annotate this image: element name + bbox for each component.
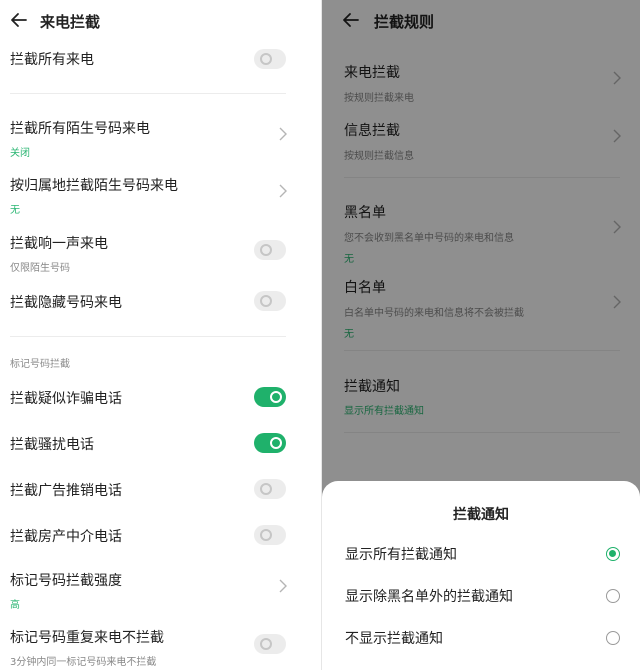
call-blocking-panel: 来电拦截 拦截所有来电 拦截所有陌生号码来电 关闭 按归属地拦截陌生号码来电 无… bbox=[0, 0, 322, 670]
radio-unselected-icon[interactable] bbox=[606, 589, 620, 603]
block-rules-panel: 拦截规则 来电拦截 按规则拦截来电 信息拦截 按规则拦截信息 黑名单 您不会收到… bbox=[322, 0, 640, 670]
block-ads-switch[interactable] bbox=[254, 479, 286, 499]
row-title: 按归属地拦截陌生号码来电 bbox=[10, 178, 178, 194]
block-ads-row[interactable]: 拦截广告推销电话 bbox=[10, 480, 286, 500]
header: 来电拦截 bbox=[0, 0, 322, 42]
block-all-calls-row[interactable]: 拦截所有来电 bbox=[10, 49, 286, 69]
row-title: 拦截所有来电 bbox=[10, 52, 94, 68]
block-unknown-calls-row[interactable]: 拦截所有陌生号码来电 关闭 bbox=[10, 118, 286, 159]
block-strength-row[interactable]: 标记号码拦截强度 高 bbox=[10, 570, 286, 611]
divider bbox=[10, 336, 286, 337]
option-label: 显示除黑名单外的拦截通知 bbox=[345, 589, 513, 605]
block-all-calls-switch[interactable] bbox=[254, 49, 286, 69]
block-hidden-number-row[interactable]: 拦截隐藏号码来电 bbox=[10, 292, 286, 312]
block-fraud-row[interactable]: 拦截疑似诈骗电话 bbox=[10, 388, 286, 408]
row-value: 关闭 bbox=[10, 148, 30, 159]
section-label: 标记号码拦截 bbox=[10, 359, 70, 370]
page-title: 来电拦截 bbox=[40, 13, 101, 31]
notification-bottom-sheet: 拦截通知 显示所有拦截通知 显示除黑名单外的拦截通知 不显示拦截通知 bbox=[322, 481, 640, 670]
chevron-right-icon bbox=[279, 579, 287, 593]
option-show-none[interactable]: 不显示拦截通知 bbox=[345, 628, 620, 650]
block-one-ring-row[interactable]: 拦截响一声来电 仅限陌生号码 bbox=[10, 233, 286, 274]
block-realestate-switch[interactable] bbox=[254, 525, 286, 545]
radio-unselected-icon[interactable] bbox=[606, 631, 620, 645]
radio-selected-icon[interactable] bbox=[606, 547, 620, 561]
block-harassment-switch[interactable] bbox=[254, 433, 286, 453]
chevron-right-icon bbox=[279, 127, 287, 141]
row-title: 拦截骚扰电话 bbox=[10, 437, 94, 453]
row-title: 标记号码重复来电不拦截 bbox=[10, 630, 164, 646]
block-fraud-switch[interactable] bbox=[254, 387, 286, 407]
sheet-title: 拦截通知 bbox=[453, 507, 509, 523]
option-show-all[interactable]: 显示所有拦截通知 bbox=[345, 544, 620, 566]
chevron-right-icon bbox=[279, 184, 287, 198]
repeat-call-switch[interactable] bbox=[254, 634, 286, 654]
row-subtitle: 仅限陌生号码 bbox=[10, 263, 70, 274]
row-title: 拦截隐藏号码来电 bbox=[10, 295, 122, 311]
repeat-call-row[interactable]: 标记号码重复来电不拦截 3分钟内同一标记号码来电不拦截 bbox=[10, 627, 286, 668]
row-subtitle: 3分钟内同一标记号码来电不拦截 bbox=[10, 657, 157, 668]
option-label: 显示所有拦截通知 bbox=[345, 547, 457, 563]
divider bbox=[10, 93, 286, 94]
row-title: 拦截响一声来电 bbox=[10, 236, 108, 252]
block-harassment-row[interactable]: 拦截骚扰电话 bbox=[10, 434, 286, 454]
row-title: 拦截广告推销电话 bbox=[10, 483, 122, 499]
row-title: 拦截所有陌生号码来电 bbox=[10, 121, 150, 137]
row-value: 无 bbox=[10, 205, 20, 216]
row-title: 标记号码拦截强度 bbox=[10, 573, 122, 589]
block-by-region-row[interactable]: 按归属地拦截陌生号码来电 无 bbox=[10, 175, 286, 216]
block-hidden-number-switch[interactable] bbox=[254, 291, 286, 311]
back-arrow-icon[interactable] bbox=[10, 10, 28, 30]
row-title: 拦截疑似诈骗电话 bbox=[10, 391, 122, 407]
block-realestate-row[interactable]: 拦截房产中介电话 bbox=[10, 526, 286, 546]
option-show-except-blacklist[interactable]: 显示除黑名单外的拦截通知 bbox=[345, 586, 620, 608]
row-value: 高 bbox=[10, 600, 20, 611]
row-title: 拦截房产中介电话 bbox=[10, 529, 122, 545]
option-label: 不显示拦截通知 bbox=[345, 631, 443, 647]
block-one-ring-switch[interactable] bbox=[254, 240, 286, 260]
